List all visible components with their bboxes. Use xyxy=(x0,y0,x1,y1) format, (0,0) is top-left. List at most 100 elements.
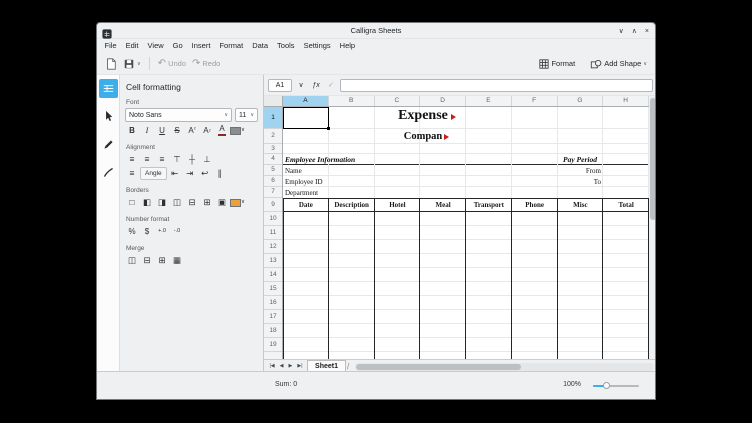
row-header[interactable]: 12 xyxy=(264,240,282,254)
cell-department-label[interactable]: Department xyxy=(285,189,318,197)
column-header[interactable]: E xyxy=(466,96,512,106)
align-center-button[interactable]: ≡ xyxy=(140,153,154,166)
row-header[interactable]: 11 xyxy=(264,226,282,240)
align-left-button[interactable]: ≡ xyxy=(125,153,139,166)
row-header[interactable]: 17 xyxy=(264,310,282,324)
table-header-cell[interactable]: Transport xyxy=(466,199,512,211)
cell-pay-period[interactable]: Pay Period xyxy=(557,155,603,164)
horizontal-scrollbar[interactable] xyxy=(355,362,654,371)
align-right-button[interactable]: ≡ xyxy=(155,153,169,166)
add-shape-button[interactable]: Add Shape ∨ xyxy=(587,56,650,72)
menu-file[interactable]: File xyxy=(100,39,121,53)
cell-employee-id-label[interactable]: Employee ID xyxy=(285,178,323,186)
row-header[interactable]: 4 xyxy=(264,154,282,165)
border-vertical-button[interactable]: ◫ xyxy=(170,196,184,209)
row-header[interactable]: 3 xyxy=(264,144,282,154)
row-header[interactable]: 5 xyxy=(264,165,282,176)
italic-button[interactable]: I xyxy=(140,124,154,137)
superscript-button[interactable]: A² xyxy=(185,124,199,137)
table-header-cell[interactable]: Phone xyxy=(512,199,558,211)
row-header[interactable]: 13 xyxy=(264,254,282,268)
menu-insert[interactable]: Insert xyxy=(187,39,215,53)
angle-button[interactable]: Angle xyxy=(140,167,167,180)
border-right-button[interactable]: ◨ xyxy=(155,196,169,209)
font-size-combo[interactable]: 11 ∨ xyxy=(235,108,258,122)
row-header[interactable]: 10 xyxy=(264,212,282,226)
vertical-text-button[interactable]: ∥ xyxy=(213,167,227,180)
dissolve-merge-button[interactable]: ▦ xyxy=(170,254,184,267)
new-document-button[interactable] xyxy=(102,56,120,72)
menu-data[interactable]: Data xyxy=(248,39,273,53)
font-family-combo[interactable]: Noto Sans ∨ xyxy=(125,108,232,122)
border-horizontal-button[interactable]: ⊟ xyxy=(185,196,199,209)
row-header[interactable]: 18 xyxy=(264,324,282,338)
strikethrough-button[interactable]: S xyxy=(170,124,184,137)
zoom-slider[interactable] xyxy=(593,382,639,389)
row-header[interactable]: 9 xyxy=(264,198,282,212)
table-header-cell[interactable]: Description xyxy=(329,199,375,211)
percent-format-button[interactable]: % xyxy=(125,225,139,238)
column-header[interactable]: G xyxy=(558,96,604,106)
row-header[interactable]: 7 xyxy=(264,187,282,198)
select-all-corner[interactable] xyxy=(264,96,283,106)
border-left-button[interactable]: ◧ xyxy=(140,196,154,209)
menu-help[interactable]: Help xyxy=(335,39,359,53)
wrap-text-button[interactable]: ↩ xyxy=(198,167,212,180)
minimize-button[interactable]: ∨ xyxy=(619,28,624,35)
table-header-cell[interactable]: Total xyxy=(603,199,649,211)
valign-top-button[interactable]: ⊤ xyxy=(170,153,184,166)
apply-button[interactable]: ✓ xyxy=(325,79,337,92)
titlebar[interactable]: Calligra Sheets ∨ ∧ × xyxy=(97,23,655,39)
font-color-button[interactable]: A xyxy=(215,124,229,137)
vertical-scrollbar[interactable] xyxy=(649,96,655,359)
menu-settings[interactable]: Settings xyxy=(299,39,335,53)
selection-tool-button[interactable] xyxy=(99,107,118,126)
column-header[interactable]: F xyxy=(512,96,558,106)
save-dropdown-icon[interactable]: ∨ xyxy=(137,61,141,67)
indent-increase-button[interactable]: ⇥ xyxy=(183,167,197,180)
bold-button[interactable]: B xyxy=(125,124,139,137)
border-outline-button[interactable]: ▣ xyxy=(215,196,229,209)
decrease-precision-button[interactable]: -.0 xyxy=(170,225,184,238)
column-header[interactable]: D xyxy=(420,96,466,106)
background-color-button[interactable]: ∨ xyxy=(230,124,245,137)
table-header-cell[interactable]: Meal xyxy=(420,199,466,211)
cell-reference-box[interactable]: A1 xyxy=(268,78,292,92)
border-all-button[interactable]: ⊞ xyxy=(200,196,214,209)
row-header[interactable]: 16 xyxy=(264,296,282,310)
cell-from-label[interactable]: From xyxy=(557,167,601,175)
row-header[interactable]: 6 xyxy=(264,176,282,187)
row-header[interactable]: 15 xyxy=(264,282,282,296)
increase-precision-button[interactable]: +.0 xyxy=(155,225,169,238)
border-none-button[interactable]: □ xyxy=(125,196,139,209)
money-format-button[interactable]: $ xyxy=(140,225,154,238)
menu-edit[interactable]: Edit xyxy=(121,39,143,53)
row-header[interactable]: 19 xyxy=(264,338,282,352)
row-header[interactable]: 1 xyxy=(264,107,282,129)
merge-vertical-button[interactable]: ⊞ xyxy=(155,254,169,267)
justify-button[interactable]: ≡ xyxy=(125,167,139,180)
cell-company[interactable]: Compan xyxy=(283,131,563,142)
merge-cells-button[interactable]: ◫ xyxy=(125,254,139,267)
line-tool-button[interactable] xyxy=(99,163,118,182)
table-header-cell[interactable]: Hotel xyxy=(375,199,421,211)
underline-button[interactable]: U xyxy=(155,124,169,137)
zoom-slider-handle[interactable] xyxy=(603,382,610,389)
cell-format-tool-button[interactable] xyxy=(99,79,118,98)
table-header-cell[interactable]: Date xyxy=(283,199,329,211)
menu-view[interactable]: View xyxy=(143,39,168,53)
merge-horizontal-button[interactable]: ⊟ xyxy=(140,254,154,267)
pen-tool-button[interactable] xyxy=(99,135,118,154)
cell-to-label[interactable]: To xyxy=(557,178,601,186)
cell-employee-information[interactable]: Employee Information xyxy=(285,155,355,164)
column-header[interactable]: A xyxy=(283,96,329,106)
menu-go[interactable]: Go xyxy=(168,39,187,53)
row-header[interactable]: 2 xyxy=(264,129,282,144)
selection-handle[interactable] xyxy=(327,127,330,130)
selected-cell-marker[interactable] xyxy=(283,107,330,130)
subscript-button[interactable]: A₂ xyxy=(200,124,214,137)
horizontal-scrollbar-thumb[interactable] xyxy=(356,363,521,370)
cell-grid[interactable]: Date Description Hotel Meal Transport Ph… xyxy=(283,107,649,359)
valign-bottom-button[interactable]: ⊥ xyxy=(200,153,214,166)
function-button[interactable]: ƒx xyxy=(310,79,322,92)
